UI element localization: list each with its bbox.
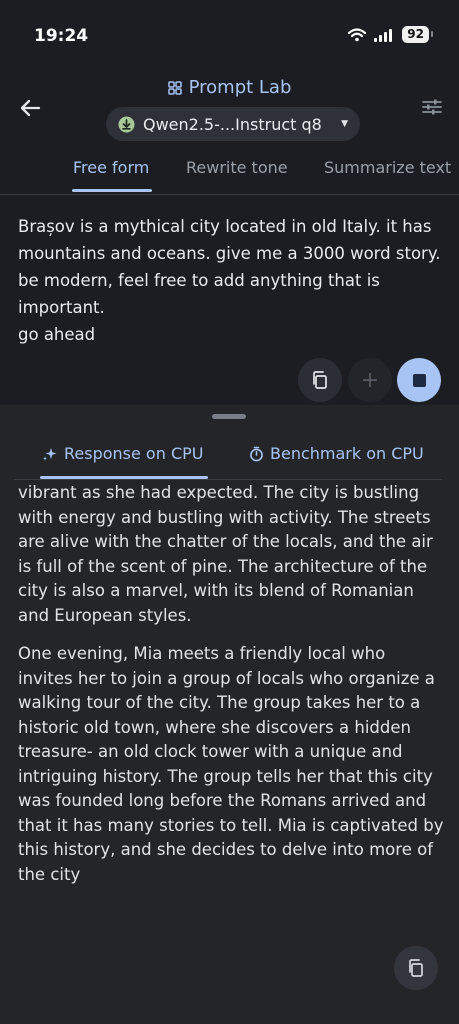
mode-tabs: Free form Rewrite tone Summarize text xyxy=(0,150,459,195)
download-icon xyxy=(118,116,135,132)
copy-prompt-button[interactable] xyxy=(298,358,342,402)
wifi-icon xyxy=(348,27,367,41)
grid-icon xyxy=(167,80,182,95)
battery-indicator: 92 xyxy=(402,26,433,43)
status-bar: 19:24 92 xyxy=(0,0,459,60)
copy-response-button[interactable] xyxy=(394,946,438,990)
tab-summarize-text[interactable]: Summarize text xyxy=(324,158,451,177)
response-paragraph: One evening, Mia meets a friendly local … xyxy=(18,644,444,884)
response-sheet: Response on CPU Benchmark on CPU vibrant… xyxy=(0,405,459,1024)
timer-icon xyxy=(250,446,263,461)
tab-response-label: Response on CPU xyxy=(64,444,204,463)
sparkle-icon xyxy=(43,447,57,460)
app-title: Prompt Lab xyxy=(0,77,459,100)
add-button[interactable]: + xyxy=(348,358,392,402)
stop-icon xyxy=(412,373,426,387)
sliders-icon xyxy=(422,99,442,115)
tab-benchmark-label: Benchmark on CPU xyxy=(270,444,424,463)
app-title-text: Prompt Lab xyxy=(188,77,292,98)
model-selector[interactable]: Qwen2.5-...Instruct q8 ▼ xyxy=(106,107,360,141)
tab-free-form[interactable]: Free form xyxy=(73,158,149,177)
tab-rewrite-tone[interactable]: Rewrite tone xyxy=(186,158,288,177)
stop-button[interactable] xyxy=(397,358,441,402)
response-paragraph: vibrant as she had expected. The city is… xyxy=(18,483,433,625)
prompt-input[interactable]: Brașov is a mythical city located in old… xyxy=(18,213,446,348)
copy-icon xyxy=(409,959,423,977)
tab-benchmark-on-cpu[interactable]: Benchmark on CPU xyxy=(249,444,424,463)
tab-response-on-cpu[interactable]: Response on CPU xyxy=(42,444,203,463)
model-name: Qwen2.5-...Instruct q8 xyxy=(143,114,322,134)
cellular-signal-icon xyxy=(374,28,393,42)
settings-button[interactable] xyxy=(420,95,444,119)
plus-icon: + xyxy=(360,367,380,393)
drag-handle[interactable] xyxy=(212,414,246,419)
response-text: vibrant as she had expected. The city is… xyxy=(18,481,444,901)
copy-icon xyxy=(313,371,327,389)
caret-down-icon: ▼ xyxy=(341,119,348,129)
active-tab-indicator xyxy=(72,189,152,192)
status-icons: 92 xyxy=(348,26,433,43)
response-tabs-divider xyxy=(14,479,442,480)
status-time: 19:24 xyxy=(34,26,89,46)
